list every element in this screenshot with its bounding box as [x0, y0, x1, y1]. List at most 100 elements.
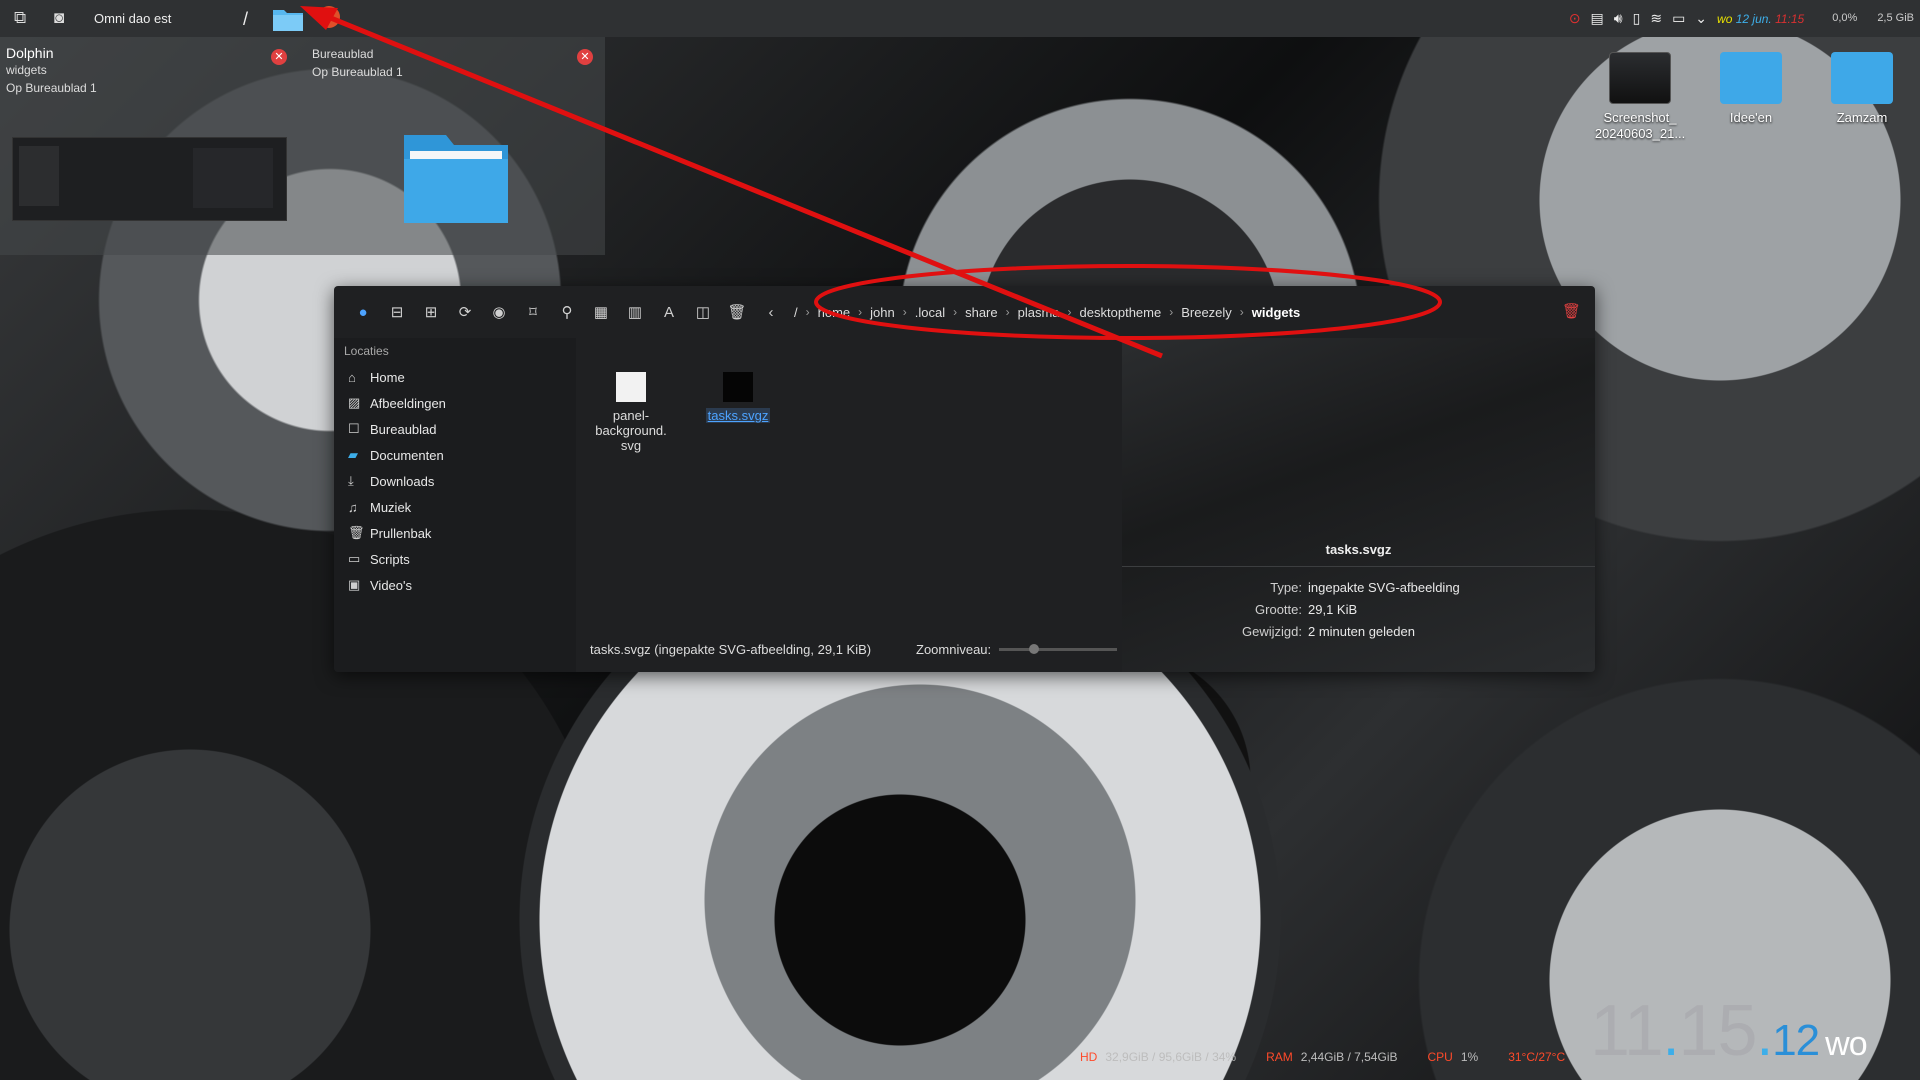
sidebar-item-home[interactable]: ⌂ Home [334, 364, 576, 390]
folder-icon [402, 129, 510, 225]
desktop-icon-ideeen[interactable]: Idee'en [1701, 52, 1801, 126]
preview-desktop-folder[interactable]: Bureaublad Op Bureaublad 1 [312, 45, 602, 81]
clock-day: wo [1717, 11, 1733, 26]
rename-icon[interactable]: A [652, 304, 686, 321]
preview-desktop: Op Bureaublad 1 [6, 81, 97, 95]
chevron-right-icon: › [1239, 305, 1244, 319]
sidebar-item-label: Prullenbak [370, 525, 432, 541]
clipboard-icon[interactable]: ▤ [1591, 10, 1604, 27]
sidebar-item-label: Documenten [370, 447, 444, 463]
chevron-down-icon[interactable]: ⌄ [1695, 10, 1707, 27]
details-view-icon[interactable]: ▥ [618, 303, 652, 321]
sidebar-item-videos[interactable]: ▣ Video's [334, 572, 576, 598]
panel-clock[interactable]: wo 12 jun. 11:15 [1717, 12, 1804, 26]
video-icon: ▣ [348, 577, 361, 592]
app-menu-icon[interactable]: ● [346, 304, 380, 321]
toolbar: ● ⊟ ⊞ ⟳ ◉ ⌑ ⚲ ▦ ▥ A ◫ 🗑︎ ‹ / › home › jo… [334, 286, 1595, 338]
crumb-plasma[interactable]: plasma [1018, 305, 1060, 320]
system-monitor: HD 32,9GiB / 95,6GiB / 34% RAM 2,44GiB /… [1080, 1050, 1565, 1064]
desktop-icon-screenshot[interactable]: Screenshot_ 20240603_21... [1590, 52, 1690, 142]
clock-minutes: 15 [1678, 991, 1757, 1071]
sidebar-item-afbeeldingen[interactable]: ▨ Afbeeldingen [334, 390, 576, 416]
split-view-icon[interactable]: ⊟ [380, 303, 414, 321]
chevron-right-icon: › [902, 305, 907, 319]
info-row-type: Type: ingepakte SVG-afbeelding [1122, 580, 1595, 595]
sidebar-item-scripts[interactable]: ▭ Scripts [334, 546, 576, 572]
sidebar-item-label: Muziek [370, 499, 412, 515]
taskbar-app-icon[interactable]: ✉ [318, 6, 340, 28]
sidebar-item-label: Scripts [370, 551, 410, 567]
info-file-name: tasks.svgz [1325, 542, 1392, 557]
sidebar-item-prullenbak[interactable]: 🗑︎ Prullenbak [334, 520, 576, 546]
device-icon[interactable]: ▯ [1633, 10, 1641, 27]
crumb-widgets[interactable]: widgets [1252, 305, 1300, 320]
refresh-icon[interactable]: ⟳ [448, 303, 482, 321]
bookmark-icon[interactable]: ⌑ [516, 303, 550, 321]
info-key: Gewijzigd: [1242, 624, 1302, 639]
sidebar-item-label: Downloads [370, 473, 435, 489]
crumb-john[interactable]: john [870, 305, 895, 320]
clock-date: 12 jun. [1735, 11, 1772, 26]
svg-thumbnail [616, 372, 646, 402]
info-key: Grootte: [1255, 602, 1302, 617]
preview-subtitle: Bureaublad [312, 47, 374, 61]
search-icon[interactable]: ⚲ [550, 303, 584, 321]
slider-handle[interactable] [1029, 644, 1040, 654]
info-value: 2 minuten geleden [1308, 624, 1415, 639]
temperature: 31°C/27°C [1508, 1050, 1566, 1064]
wifi-icon[interactable]: ≋ [1650, 10, 1662, 27]
taskbar-folder-icon[interactable] [272, 6, 304, 32]
crumb-local[interactable]: .local [915, 305, 945, 320]
folder-icon: ▭ [348, 551, 361, 566]
clock-day: wo [1825, 1025, 1867, 1063]
back-icon[interactable]: ‹ [754, 304, 788, 321]
close-icon[interactable]: ✕ [577, 49, 593, 65]
info-key: Type: [1270, 580, 1302, 595]
divider [1122, 566, 1595, 567]
sidebar-item-bureaublad[interactable]: ☐ Bureaublad [334, 416, 576, 442]
zoom-control: Zoomniveau: [916, 642, 1118, 657]
chevron-right-icon: › [1169, 305, 1174, 319]
breadcrumb: / › home › john › .local › share › plasm… [794, 305, 1300, 320]
desktop-icon: ☐ [348, 421, 360, 436]
file-item-selected[interactable]: tasks.svgz [698, 372, 778, 423]
alert-icon[interactable]: ⊙ [1569, 10, 1581, 27]
cpu-mini: 0,0% [1832, 12, 1858, 24]
crumb-home[interactable]: home [818, 305, 851, 320]
svgz-thumbnail [723, 372, 753, 402]
preview-desktop: Op Bureaublad 1 [312, 65, 403, 79]
battery-icon[interactable]: ▭ [1672, 10, 1685, 27]
preview-dolphin[interactable]: Dolphin widgets Op Bureaublad 1 [6, 45, 296, 97]
sidebar-item-label: Home [370, 369, 405, 385]
sidebar-item-label: Video's [370, 577, 412, 593]
new-file-icon[interactable]: ◫ [686, 303, 720, 321]
preview-subtitle: widgets [6, 63, 47, 77]
trash-icon[interactable]: 🗑︎ [720, 303, 754, 321]
file-item[interactable]: panel-background. svg [586, 372, 676, 453]
screenshot-icon[interactable]: ◙ [54, 8, 64, 28]
sidebar-item-muziek[interactable]: ♫ Muziek [334, 494, 576, 520]
chevron-right-icon: › [1005, 305, 1010, 319]
crumb-root[interactable]: / [794, 305, 798, 320]
delete-icon[interactable]: 🗑︎ [1562, 302, 1581, 320]
preview-thumbnail [12, 137, 287, 221]
panel-layout-icon[interactable]: ⧉ [14, 8, 26, 28]
folder-icon [1720, 52, 1782, 104]
crumb-share[interactable]: share [965, 305, 998, 320]
desktop-icon-zamzam[interactable]: Zamzam [1812, 52, 1912, 126]
home-icon: ⌂ [348, 369, 356, 385]
crumb-desktoptheme[interactable]: desktoptheme [1080, 305, 1162, 320]
hd-value: 32,9GiB / 95,6GiB / 34% [1105, 1050, 1237, 1064]
volume-icon[interactable]: 🔊︎ [1614, 10, 1623, 27]
close-icon[interactable]: ✕ [271, 49, 287, 65]
desktop-icon-label: Idee'en [1729, 110, 1773, 125]
sidebar-item-documenten[interactable]: ▰ Documenten [334, 442, 576, 468]
icons-view-icon[interactable]: ▦ [584, 303, 618, 321]
image-thumbnail-icon [1609, 52, 1671, 104]
preview-eye-icon[interactable]: ◉ [482, 303, 516, 321]
crumb-breezely[interactable]: Breezely [1181, 305, 1232, 320]
sidebar-item-downloads[interactable]: ⤓ Downloads [334, 468, 576, 494]
panels-icon[interactable]: ⊞ [414, 303, 448, 321]
zoom-slider[interactable] [999, 644, 1118, 654]
ram-value: 2,44GiB / 7,54GiB [1300, 1050, 1398, 1064]
